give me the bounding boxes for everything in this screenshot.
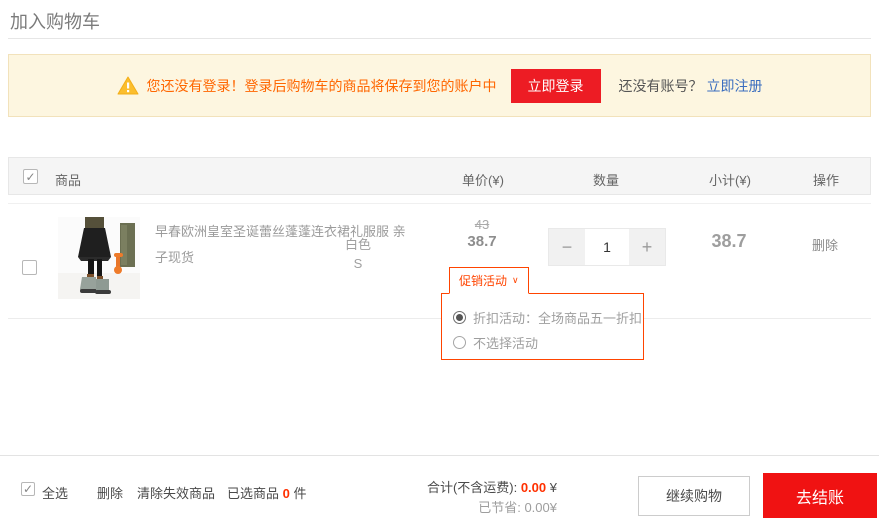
quantity-increase-button[interactable]: + bbox=[629, 229, 665, 265]
promo-option-label: 折扣活动：全场商品五一折扣 bbox=[473, 308, 642, 327]
no-account-text: 还没有账号？ bbox=[619, 76, 703, 96]
radio-unselected-icon[interactable] bbox=[453, 336, 466, 349]
total-line: 合计(不含运费): 0.00 ¥ bbox=[321, 478, 557, 498]
login-now-button[interactable]: 立即登录 bbox=[511, 69, 601, 103]
saved-value: 0.00¥ bbox=[524, 500, 557, 515]
register-now-link[interactable]: 立即注册 bbox=[707, 76, 763, 96]
header-unit-price: 单价(¥) bbox=[462, 170, 504, 189]
quantity-decrease-button[interactable]: − bbox=[549, 229, 585, 265]
promo-label: 促销活动 bbox=[459, 272, 507, 289]
quantity-stepper: − + bbox=[548, 228, 666, 266]
current-price: 38.7 bbox=[442, 233, 522, 250]
promo-dropdown-toggle[interactable]: 促销活动 ∨ bbox=[449, 267, 529, 294]
shopping-cart-page: 加入购物车 您还没有登录！登录后购物车的商品将保存到您的账户中 立即登录 还没有… bbox=[0, 0, 879, 524]
variant-size: S bbox=[318, 254, 398, 273]
variant-color: 白色 bbox=[318, 235, 398, 254]
login-warning-message: 您还没有登录！登录后购物车的商品将保存到您的账户中 bbox=[147, 76, 497, 96]
footer-select-all-checkbox[interactable]: ✓ bbox=[21, 482, 35, 496]
header-quantity: 数量 bbox=[593, 170, 619, 189]
header-select-all-checkbox[interactable]: ✓ bbox=[23, 169, 38, 184]
selected-suffix: 件 bbox=[294, 486, 307, 501]
saved-label: 已节省: bbox=[478, 500, 524, 515]
checkmark-icon: ✓ bbox=[23, 483, 33, 495]
title-divider bbox=[8, 38, 871, 39]
promo-dropdown-panel: 折扣活动：全场商品五一折扣 不选择活动 bbox=[441, 293, 644, 360]
total-label: 合计(不含运费): bbox=[427, 480, 521, 495]
totals-block: 合计(不含运费): 0.00 ¥ 已节省: 0.00¥ bbox=[321, 478, 557, 518]
select-all-label[interactable]: 全选 bbox=[42, 483, 68, 502]
total-value: 0.00 bbox=[521, 480, 546, 495]
chevron-down-icon: ∨ bbox=[512, 275, 519, 286]
delete-item-link[interactable]: 删除 bbox=[795, 235, 855, 254]
checkmark-icon: ✓ bbox=[25, 171, 35, 183]
promo-option-none[interactable]: 不选择活动 bbox=[453, 330, 643, 355]
selected-count-text: 已选商品 0 件 bbox=[227, 483, 307, 502]
checkout-button[interactable]: 去结账 bbox=[763, 473, 877, 518]
page-title: 加入购物车 bbox=[10, 8, 100, 34]
clear-invalid-link[interactable]: 清除失效商品 bbox=[137, 483, 215, 502]
saved-line: 已节省: 0.00¥ bbox=[321, 498, 557, 518]
header-action: 操作 bbox=[813, 170, 839, 189]
login-warning-banner: 您还没有登录！登录后购物车的商品将保存到您的账户中 立即登录 还没有账号？ 立即… bbox=[8, 54, 871, 117]
radio-selected-icon[interactable] bbox=[453, 311, 466, 324]
cart-table-header: ✓ 商品 单价(¥) 数量 小计(¥) 操作 bbox=[8, 157, 871, 195]
cart-item-row: 早春欧洲皇室圣诞蕾丝蓬蓬连衣裙礼服服 亲子现货 白色 S 43 38.7 − +… bbox=[8, 203, 871, 319]
header-product: 商品 bbox=[55, 170, 81, 189]
promo-option-label: 不选择活动 bbox=[473, 333, 538, 352]
total-currency: ¥ bbox=[550, 480, 557, 495]
item-subtotal: 38.7 bbox=[679, 231, 779, 252]
cart-footer-bar: ✓ 全选 删除 清除失效商品 已选商品 0 件 合计(不含运费): 0.00 ¥… bbox=[0, 455, 879, 524]
warning-triangle-icon bbox=[117, 76, 139, 95]
product-image[interactable] bbox=[58, 217, 140, 299]
selected-count: 0 bbox=[283, 486, 290, 501]
item-checkbox[interactable] bbox=[22, 260, 37, 275]
unit-price-block: 43 38.7 bbox=[442, 217, 522, 250]
quantity-input[interactable] bbox=[585, 229, 629, 265]
footer-delete-link[interactable]: 删除 bbox=[97, 483, 123, 502]
promo-option-discount[interactable]: 折扣活动：全场商品五一折扣 bbox=[453, 305, 643, 330]
product-variant: 白色 S bbox=[318, 235, 398, 273]
original-price: 43 bbox=[442, 217, 522, 232]
continue-shopping-button[interactable]: 继续购物 bbox=[638, 476, 750, 516]
header-subtotal: 小计(¥) bbox=[709, 170, 751, 189]
selected-prefix: 已选商品 bbox=[227, 486, 279, 501]
